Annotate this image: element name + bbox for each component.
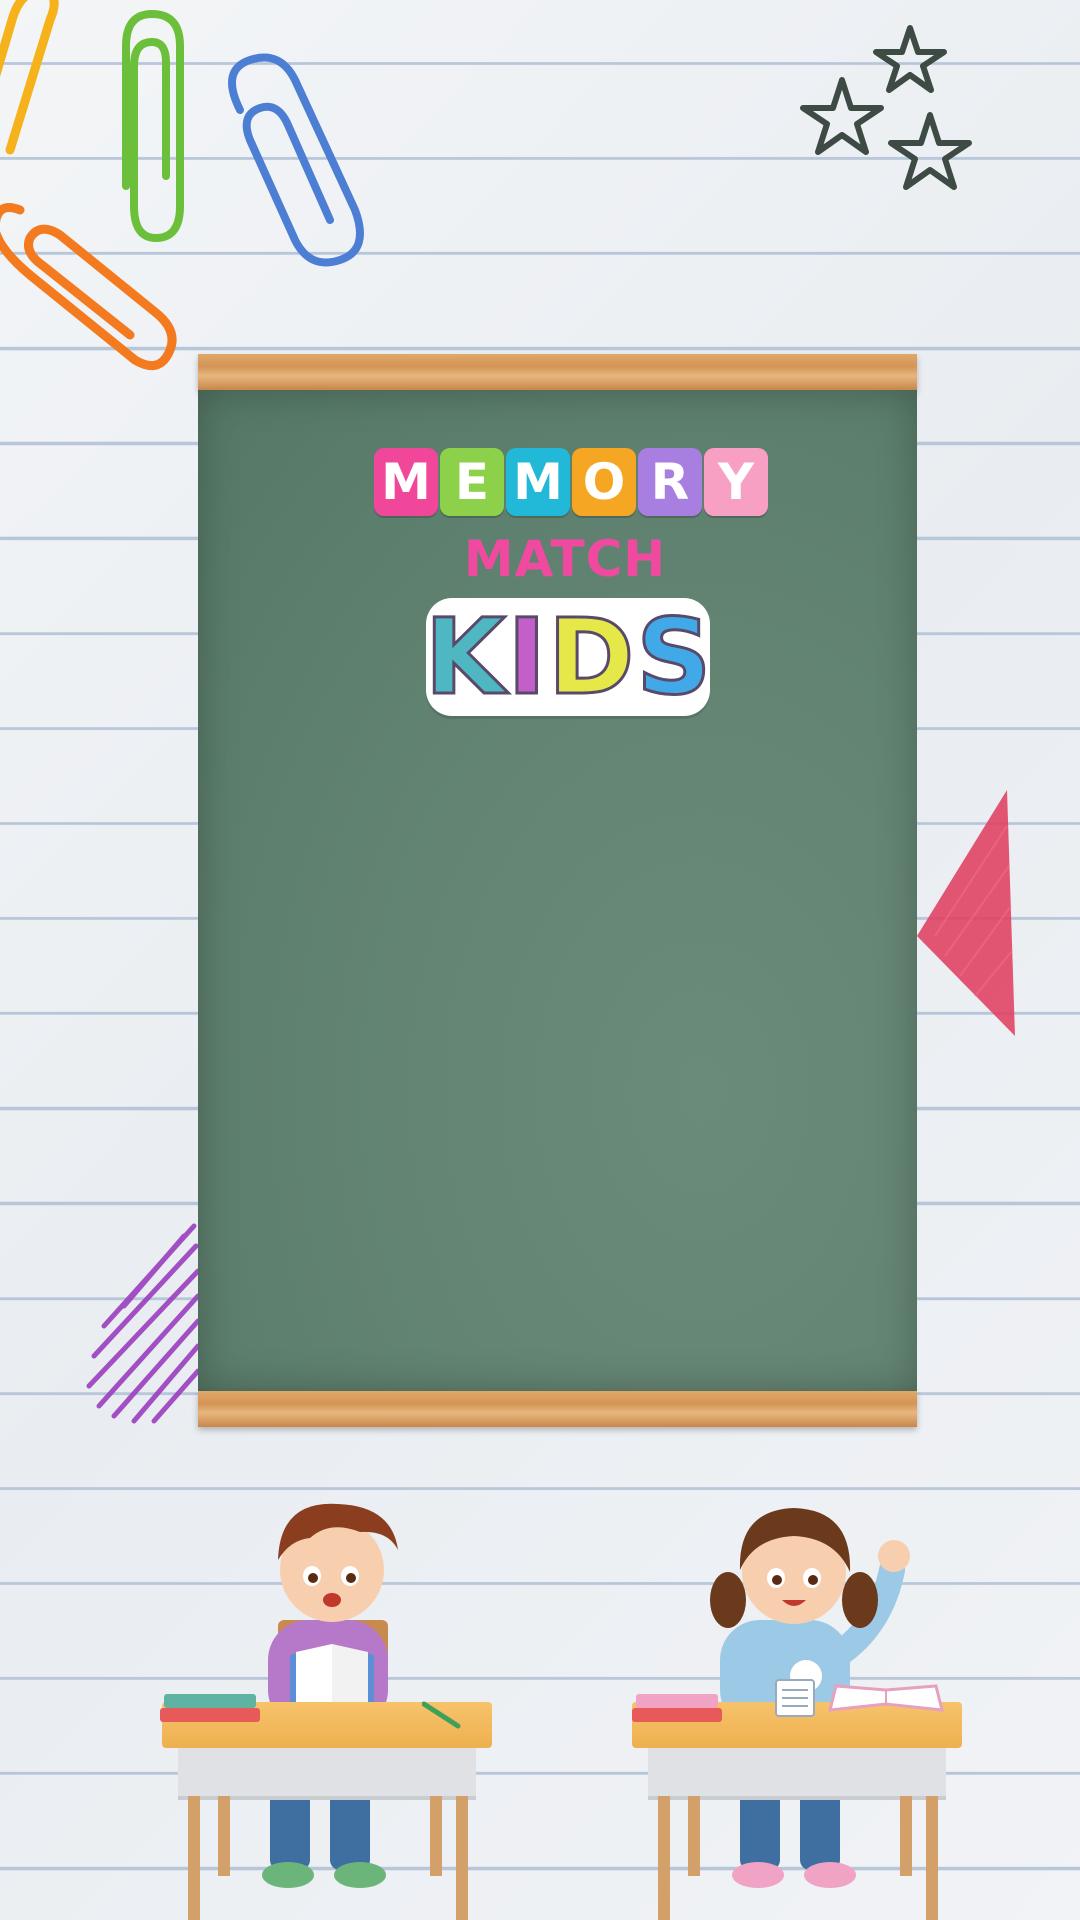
star-doodles-icon — [800, 25, 972, 190]
boy-desk-apron — [178, 1748, 476, 1800]
paperclip-blue-icon — [228, 53, 364, 267]
stacked-books-icon — [160, 1694, 260, 1722]
purple-crayon-scribble-icon — [86, 1223, 201, 1424]
red-crayon-triangle-icon — [917, 790, 1015, 1036]
open-book-icon — [828, 1684, 944, 1712]
title-tile: Y — [704, 448, 768, 516]
girl-desk-leg — [658, 1796, 670, 1920]
title-kids: K I D S — [423, 596, 713, 718]
stacked-books-icon — [632, 1694, 722, 1722]
notebook-icon — [775, 1679, 815, 1717]
title-tile: R — [638, 448, 702, 516]
boy-desk-leg — [218, 1796, 230, 1876]
paperclip-yellow-icon — [0, 0, 59, 155]
title-tile: M — [506, 448, 570, 516]
chalkboard-bottom-rail — [198, 1391, 917, 1427]
pencil-icon — [422, 1701, 461, 1729]
boy-reading-at-desk — [160, 1480, 500, 1920]
boy-desk-leg — [188, 1796, 200, 1920]
title-tile: E — [440, 448, 504, 516]
title-memory: M E M O R Y — [374, 448, 768, 520]
title-kids-letter: K — [423, 596, 507, 718]
title-kids-letter: I — [506, 596, 548, 718]
girl-raising-hand-at-desk — [630, 1480, 970, 1920]
girl-desk-leg — [900, 1796, 912, 1876]
girl-desk-leg — [926, 1796, 938, 1920]
title-match: MATCH — [463, 530, 667, 588]
title-tile: M — [374, 448, 438, 516]
title-kids-letter: D — [547, 596, 636, 718]
chalkboard-top-rail — [198, 354, 917, 390]
girl-desk-apron — [648, 1748, 946, 1800]
title-kids-letter: S — [635, 596, 713, 718]
boy-desk-leg — [430, 1796, 442, 1876]
paperclip-orange-icon — [0, 203, 177, 371]
boy-desk-leg — [456, 1796, 468, 1920]
girl-desk-leg — [688, 1796, 700, 1876]
title-tile: O — [572, 448, 636, 516]
